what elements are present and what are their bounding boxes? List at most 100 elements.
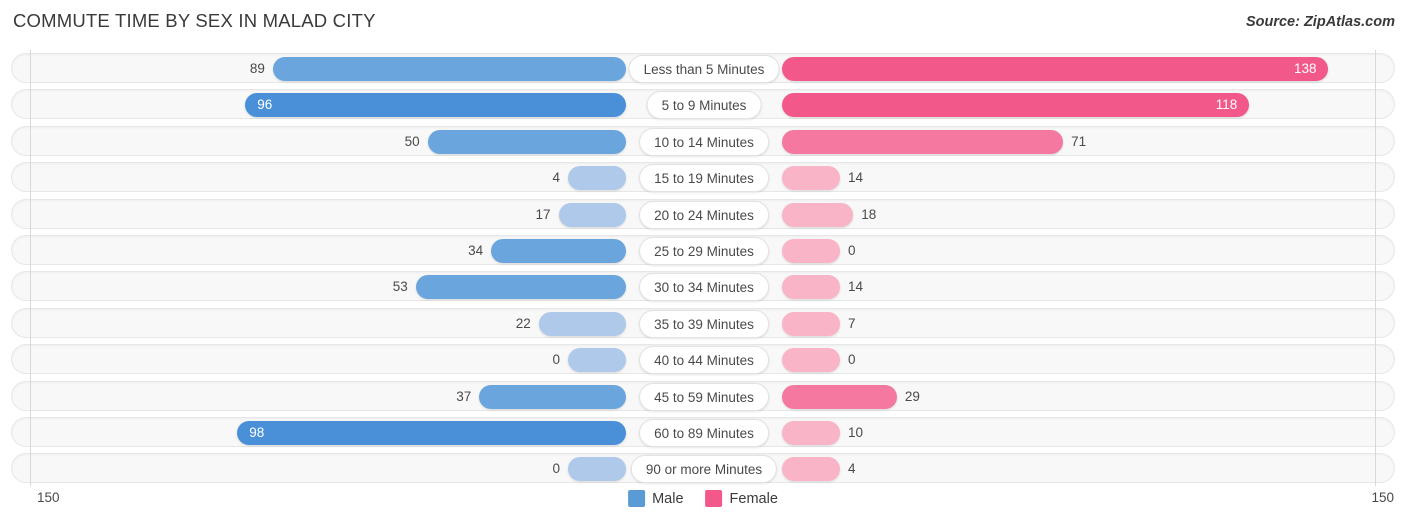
value-label-male: 4 [552, 170, 560, 186]
table-row: 98 10 60 to 89 Minutes [11, 417, 1395, 447]
value-label-female: 14 [848, 279, 864, 295]
category-label: 30 to 34 Minutes [639, 273, 769, 302]
axis-line-left [30, 50, 31, 486]
bar-female[interactable] [782, 384, 897, 409]
axis-max-right: 150 [1371, 490, 1394, 505]
legend-swatch-icon [628, 490, 646, 507]
value-label-female: 7 [848, 315, 856, 331]
value-label-male: 0 [552, 461, 560, 477]
table-row: 50 71 10 to 14 Minutes [11, 125, 1395, 156]
bar-male[interactable] [491, 239, 626, 263]
row-content: 53 14 30 to 34 Minutes [12, 272, 1394, 302]
category-label: 20 to 24 Minutes [639, 200, 769, 229]
value-label-male: 53 [392, 279, 408, 295]
category-label: 5 to 9 Minutes [646, 91, 762, 120]
bar-male[interactable] [245, 93, 626, 118]
table-row: 0 0 40 to 44 Minutes [11, 344, 1395, 375]
table-row: 17 18 20 to 24 Minutes [11, 198, 1395, 229]
category-label: 35 to 39 Minutes [639, 309, 769, 338]
row-content: 22 7 35 to 39 Minutes [12, 309, 1394, 338]
table-row: 37 29 45 to 59 Minutes [11, 380, 1395, 411]
bar-female[interactable] [782, 129, 1064, 154]
bar-female[interactable] [782, 239, 840, 263]
bar-female[interactable] [782, 311, 840, 336]
chart-footer: 150 150 Male Female [0, 486, 1406, 523]
table-row: 89 138 Less than 5 Minutes [11, 53, 1395, 83]
chart-container: COMMUTE TIME BY SEX IN MALAD CITY Source… [0, 0, 1406, 523]
category-label: 10 to 14 Minutes [639, 127, 769, 156]
value-label-female: 4 [848, 461, 856, 477]
bar-female[interactable] [782, 57, 1329, 81]
bar-male[interactable] [415, 275, 626, 300]
category-label: Less than 5 Minutes [628, 55, 780, 83]
bar-male[interactable] [568, 457, 626, 482]
table-row: 22 7 35 to 39 Minutes [11, 307, 1395, 338]
value-label-male: 98 [249, 425, 265, 440]
table-row: 96 118 5 to 9 Minutes [11, 89, 1395, 120]
value-label-male: 34 [468, 243, 484, 258]
value-label-male: 96 [257, 97, 273, 113]
bar-female[interactable] [782, 421, 840, 445]
legend: Male Female [628, 490, 778, 507]
source-attribution: Source: ZipAtlas.com [1245, 14, 1395, 30]
bar-female[interactable] [782, 457, 840, 482]
value-label-male: 89 [249, 61, 265, 76]
row-content: 34 0 25 to 29 Minutes [12, 236, 1394, 265]
value-label-male: 17 [535, 206, 551, 222]
value-label-female: 118 [1215, 97, 1238, 113]
category-label: 45 to 59 Minutes [639, 382, 769, 411]
value-label-female: 71 [1071, 133, 1087, 149]
row-content: 37 29 45 to 59 Minutes [12, 382, 1394, 411]
table-row: 34 0 25 to 29 Minutes [11, 235, 1395, 265]
value-label-male: 0 [552, 352, 560, 368]
value-label-female: 0 [848, 243, 856, 258]
row-content: 98 10 60 to 89 Minutes [12, 418, 1394, 447]
category-label: 90 or more Minutes [630, 455, 778, 484]
page-title: COMMUTE TIME BY SEX IN MALAD CITY [13, 10, 376, 31]
category-label: 25 to 29 Minutes [639, 237, 769, 265]
category-label: 40 to 44 Minutes [639, 346, 769, 375]
bar-female[interactable] [782, 275, 840, 300]
value-label-female: 138 [1293, 61, 1317, 76]
legend-item-male[interactable]: Male [628, 490, 684, 507]
row-content: 0 0 40 to 44 Minutes [12, 345, 1394, 375]
bar-male[interactable] [479, 384, 626, 409]
bar-female[interactable] [782, 202, 854, 227]
axis-max-left: 150 [37, 490, 60, 505]
bar-male[interactable] [272, 57, 626, 81]
value-label-female: 18 [861, 206, 877, 222]
row-content: 17 18 20 to 24 Minutes [12, 200, 1394, 229]
row-content: 89 138 Less than 5 Minutes [12, 54, 1394, 83]
bar-male[interactable] [237, 421, 626, 445]
category-label: 15 to 19 Minutes [639, 164, 769, 193]
value-label-male: 22 [515, 315, 531, 331]
bar-female[interactable] [782, 166, 840, 191]
value-label-male: 50 [404, 133, 420, 149]
bar-male[interactable] [538, 311, 626, 336]
value-label-female: 10 [848, 425, 864, 440]
value-label-female: 29 [904, 388, 920, 404]
bar-female[interactable] [782, 348, 840, 373]
row-content: 4 14 15 to 19 Minutes [12, 163, 1394, 193]
legend-item-female[interactable]: Female [705, 490, 778, 507]
legend-label: Female [729, 490, 778, 507]
row-content: 0 4 90 or more Minutes [12, 454, 1394, 484]
plot-area: 89 138 Less than 5 Minutes 96 118 5 to 9 Minu… [0, 50, 1406, 486]
value-label-male: 37 [456, 388, 472, 404]
value-label-female: 0 [848, 352, 856, 368]
category-label: 60 to 89 Minutes [639, 419, 769, 447]
legend-swatch-icon [705, 490, 723, 507]
bar-male[interactable] [568, 166, 626, 191]
axis-line-right [1375, 50, 1376, 486]
table-row: 4 14 15 to 19 Minutes [11, 162, 1395, 193]
bar-male[interactable] [558, 202, 626, 227]
table-row: 53 14 30 to 34 Minutes [11, 271, 1395, 302]
legend-label: Male [652, 490, 684, 507]
bar-male[interactable] [568, 348, 626, 373]
table-row: 0 4 90 or more Minutes [11, 453, 1395, 484]
row-content: 96 118 5 to 9 Minutes [12, 90, 1394, 120]
row-content: 50 71 10 to 14 Minutes [12, 127, 1394, 156]
bar-male[interactable] [427, 129, 626, 154]
value-label-female: 14 [848, 170, 864, 186]
bar-female[interactable] [782, 93, 1250, 118]
